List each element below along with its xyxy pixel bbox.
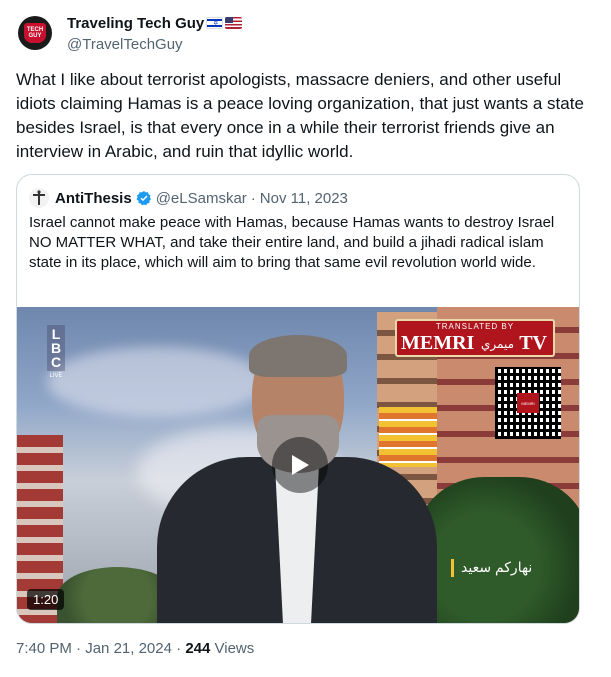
speaker-hair (249, 335, 347, 377)
memri-tv: TV (519, 332, 547, 354)
video-duration: 1:20 (27, 589, 65, 610)
quoted-author-avatar (29, 188, 49, 208)
views-label: Views (214, 640, 255, 657)
tweet-date[interactable]: Jan 21, 2024 (85, 640, 172, 657)
quoted-tweet-text: Israel cannot make peace with Hamas, bec… (29, 214, 555, 271)
quoted-tweet[interactable]: AntiThesis @eLSamskar · Nov 11, 2023 Isr… (16, 174, 580, 624)
author-display-name[interactable]: Traveling Tech Guy (67, 15, 204, 32)
tweet-header: TECH GUY Traveling Tech Guy ✡ @TravelTec… (18, 12, 243, 53)
memri-name: MEMRI (401, 332, 475, 354)
author-handle[interactable]: @TravelTechGuy (67, 36, 242, 53)
memri-arabic: ميمري (481, 337, 514, 351)
qr-center-logo: MEMRI (517, 393, 539, 413)
display-name-row: Traveling Tech Guy ✡ (67, 12, 243, 34)
author-avatar[interactable]: TECH GUY (18, 16, 52, 50)
tweet-time[interactable]: 7:40 PM (16, 640, 72, 657)
video-player[interactable]: LBC LIVE TRANSLATED BY MEMRI ميمري TV ME… (17, 307, 579, 623)
lbc-logo: LBC LIVE (45, 325, 67, 381)
tweet-footer: 7:40 PM · Jan 21, 2024 · 244 Views (16, 640, 254, 657)
footer-separator: · (176, 640, 182, 657)
caption-accent-bar (451, 559, 454, 577)
lbc-letters: LBC (48, 326, 64, 368)
memri-translated-by: TRANSLATED BY (435, 322, 515, 331)
qr-code: MEMRI (495, 367, 561, 439)
video-frame-trees (417, 477, 579, 623)
statue-icon (33, 190, 45, 205)
israel-flag-icon: ✡ (206, 17, 224, 29)
lbc-live-label: LIVE (49, 373, 63, 379)
quoted-tweet-header: AntiThesis @eLSamskar · Nov 11, 2023 (29, 188, 348, 208)
quoted-handle: @eLSamskar (155, 189, 247, 207)
avatar-badge: TECH GUY (24, 23, 46, 43)
quoted-date: Nov 11, 2023 (259, 189, 348, 207)
footer-separator: · (76, 640, 82, 657)
arabic-caption: نهاركم سعيد (461, 559, 533, 575)
quoted-separator: · (250, 189, 256, 207)
quoted-display-name: AntiThesis (55, 189, 132, 207)
verified-badge-icon (136, 191, 151, 206)
author-names: Traveling Tech Guy ✡ @TravelTechGuy (67, 12, 243, 53)
play-button[interactable] (272, 437, 328, 493)
memri-tv-logo: TRANSLATED BY MEMRI ميمري TV (395, 319, 555, 357)
us-flag-icon (225, 17, 243, 29)
lbc-logo-text: LBC (47, 325, 65, 371)
views-count[interactable]: 244 (185, 640, 210, 657)
play-icon (292, 455, 309, 475)
tweet-text: What I like about terrorist apologists, … (16, 70, 584, 161)
